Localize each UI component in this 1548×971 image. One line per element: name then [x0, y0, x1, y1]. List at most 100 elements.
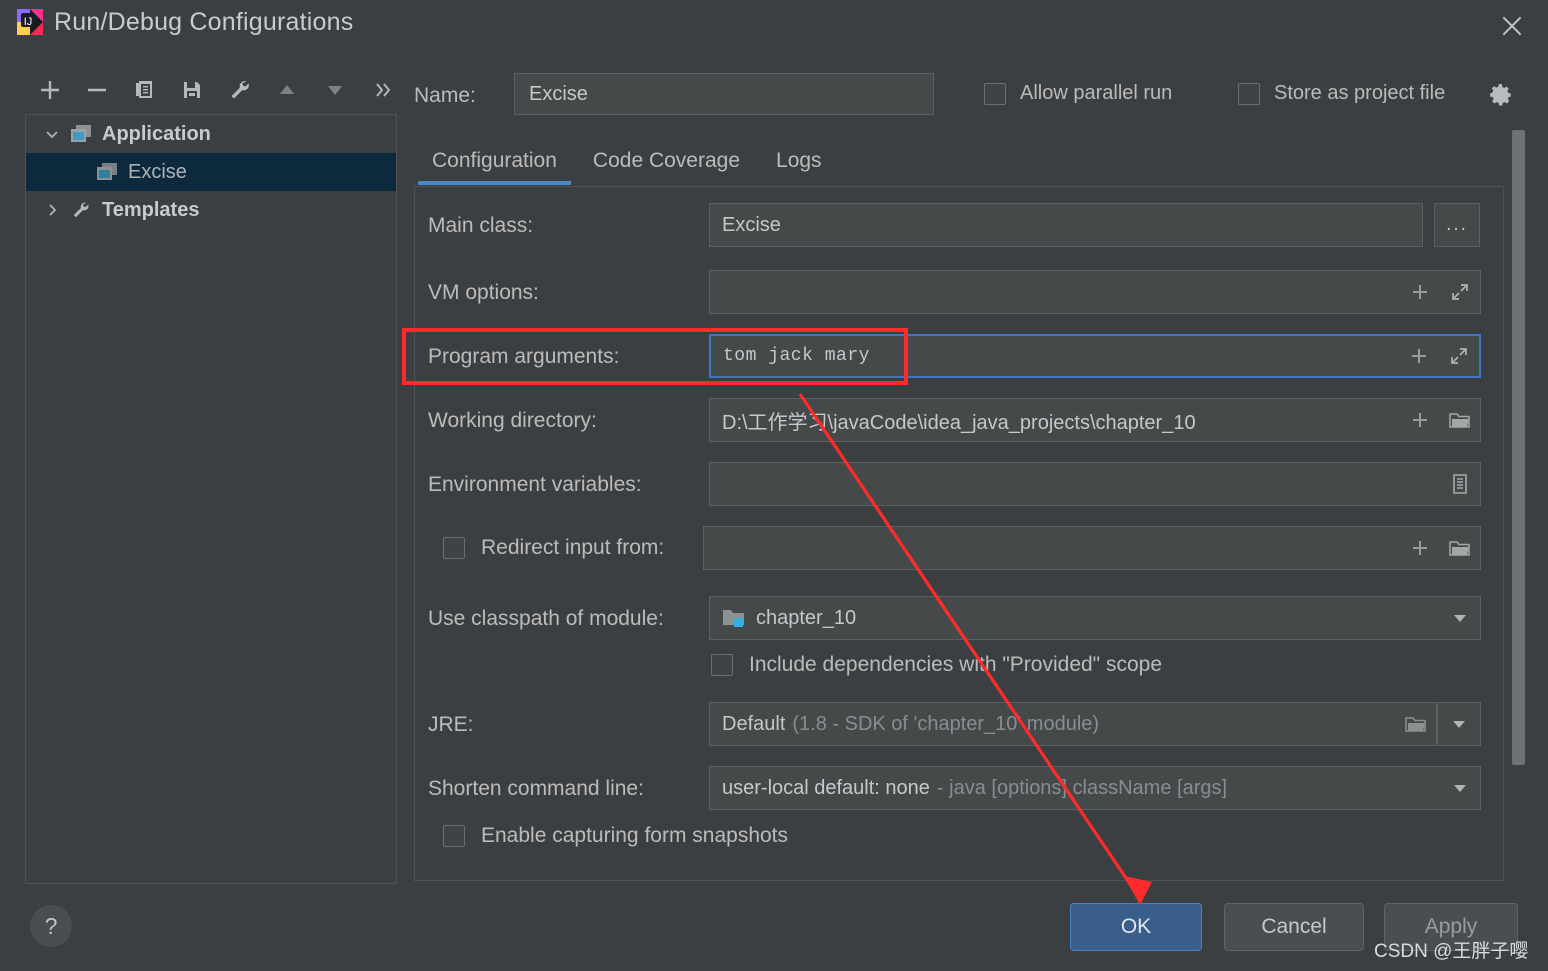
minus-icon: [88, 88, 107, 92]
watermark: CSDN @王胖子嘤: [1374, 941, 1529, 962]
plus-icon[interactable]: [1400, 399, 1440, 441]
copy-icon: [135, 81, 152, 98]
tree-item-excise[interactable]: Excise: [26, 153, 396, 191]
ok-label: OK: [1120, 915, 1152, 938]
environment-variables-row: Environment variables:: [415, 462, 1503, 508]
vm-options-row: VM options:: [415, 270, 1503, 316]
help-button[interactable]: ?: [30, 905, 72, 947]
tab-label: Code Coverage: [592, 149, 741, 172]
shorten-command-line-dropdown[interactable]: user-local default: none - java [options…: [709, 766, 1481, 810]
classpath-module-dropdown[interactable]: chapter_10: [709, 596, 1481, 640]
save-configuration-button[interactable]: [169, 68, 217, 112]
svg-text:IJ: IJ: [24, 16, 33, 28]
plus-icon[interactable]: [1400, 271, 1440, 313]
environment-variables-label: Environment variables:: [428, 473, 642, 496]
panel-scrollbar[interactable]: [1512, 130, 1525, 765]
tree-item-label: Application: [102, 122, 211, 145]
jre-label: JRE:: [428, 713, 474, 736]
vm-options-input[interactable]: [709, 270, 1481, 314]
ok-button[interactable]: OK: [1070, 903, 1202, 951]
shorten-command-line-label: Shorten command line:: [428, 777, 644, 800]
tab-label: Configuration: [432, 149, 557, 172]
name-input-value: Excise: [529, 82, 588, 105]
program-arguments-value: tom jack mary: [723, 346, 870, 366]
folder-icon[interactable]: [1440, 527, 1480, 569]
settings-tabs[interactable]: Configuration Code Coverage Logs: [414, 140, 1504, 186]
plus-icon[interactable]: [1400, 527, 1440, 569]
configurations-tree[interactable]: Application Excise Templates: [25, 114, 397, 884]
chevron-down-icon[interactable]: [1440, 767, 1480, 809]
tab-code-coverage[interactable]: Code Coverage: [575, 140, 758, 182]
jre-dropdown-button[interactable]: [1437, 702, 1481, 746]
application-icon: [66, 124, 96, 144]
redirect-input-row: Redirect input from:: [415, 526, 1503, 572]
checkbox-box[interactable]: [443, 825, 465, 847]
allow-parallel-run-checkbox[interactable]: Allow parallel run: [984, 82, 1172, 105]
include-dependencies-checkbox[interactable]: Include dependencies with "Provided" sco…: [711, 653, 1162, 677]
list-icon[interactable]: [1440, 463, 1480, 505]
configurations-toolbar: [26, 68, 406, 112]
chevron-double-right-icon: [376, 83, 391, 97]
tab-label: Logs: [776, 149, 822, 172]
redirect-input-checkbox[interactable]: Redirect input from:: [443, 536, 664, 560]
more-options-button[interactable]: [359, 68, 407, 112]
move-down-button[interactable]: [311, 68, 359, 112]
copy-configuration-button[interactable]: [121, 68, 169, 112]
working-directory-input[interactable]: D:\工作学习\javaCode\idea_java_projects\chap…: [709, 398, 1481, 442]
store-as-project-file-checkbox[interactable]: Store as project file: [1238, 82, 1445, 105]
title-bar: IJ Run/Debug Configurations: [0, 0, 1548, 56]
expand-icon[interactable]: [1439, 335, 1479, 377]
chevron-down-icon[interactable]: [38, 126, 66, 142]
name-input[interactable]: Excise: [514, 73, 934, 115]
redirect-input-field[interactable]: [703, 526, 1481, 570]
checkbox-box[interactable]: [443, 537, 465, 559]
program-arguments-row: Program arguments: tom jack mary: [415, 334, 1503, 380]
tree-item-application[interactable]: Application: [26, 115, 396, 153]
classpath-module-value: chapter_10: [756, 606, 857, 629]
chevron-right-icon[interactable]: [38, 202, 66, 218]
program-arguments-input[interactable]: tom jack mary: [709, 334, 1481, 378]
jre-input[interactable]: Default (1.8 - SDK of 'chapter_10' modul…: [709, 702, 1437, 746]
folder-icon[interactable]: [1396, 703, 1436, 745]
shorten-command-line-row: Shorten command line: user-local default…: [415, 766, 1503, 812]
chevron-down-icon: [1453, 721, 1465, 728]
checkbox-box[interactable]: [1238, 82, 1260, 105]
main-class-label: Main class:: [428, 214, 534, 237]
redirect-input-label: Redirect input from:: [481, 536, 665, 559]
allow-parallel-run-label: Allow parallel run: [1020, 82, 1173, 104]
edit-templates-button[interactable]: [216, 68, 264, 112]
configuration-panel: Main class: Excise ... VM options: Progr…: [414, 186, 1504, 881]
checkbox-box[interactable]: [984, 82, 1006, 105]
tab-logs[interactable]: Logs: [758, 140, 840, 182]
intellij-idea-icon: IJ: [16, 8, 44, 36]
folder-icon[interactable]: [1440, 399, 1480, 441]
plus-icon[interactable]: [1399, 335, 1439, 377]
expand-icon[interactable]: [1440, 271, 1480, 313]
tab-configuration[interactable]: Configuration: [414, 140, 575, 185]
store-as-project-file-label: Store as project file: [1274, 82, 1446, 104]
environment-variables-input[interactable]: [709, 462, 1481, 506]
checkbox-box[interactable]: [711, 654, 733, 676]
triangle-up-icon: [280, 85, 295, 94]
working-directory-value: D:\工作学习\javaCode\idea_java_projects\chap…: [722, 411, 1196, 434]
working-directory-row: Working directory: D:\工作学习\javaCode\idea…: [415, 398, 1503, 444]
wrench-icon: [231, 81, 249, 99]
classpath-module-label: Use classpath of module:: [428, 607, 664, 630]
help-label: ?: [44, 912, 58, 939]
add-configuration-button[interactable]: [26, 68, 74, 112]
main-class-input[interactable]: Excise: [709, 203, 1423, 247]
gear-icon[interactable]: [1488, 82, 1514, 108]
wrench-icon: [66, 199, 96, 221]
main-class-row: Main class: Excise ...: [415, 203, 1503, 249]
close-icon[interactable]: [1490, 6, 1534, 46]
chevron-down-icon[interactable]: [1440, 597, 1480, 639]
move-up-button[interactable]: [264, 68, 312, 112]
triangle-down-icon: [327, 86, 342, 95]
enable-form-snapshots-checkbox[interactable]: Enable capturing form snapshots: [443, 824, 788, 848]
tree-item-templates[interactable]: Templates: [26, 191, 396, 229]
remove-configuration-button[interactable]: [74, 68, 122, 112]
cancel-button[interactable]: Cancel: [1224, 903, 1364, 951]
main-class-value: Excise: [722, 213, 781, 236]
main-class-browse-button[interactable]: ...: [1434, 203, 1480, 247]
run-debug-configurations-dialog: IJ Run/Debug Configurations Application …: [0, 0, 1548, 971]
